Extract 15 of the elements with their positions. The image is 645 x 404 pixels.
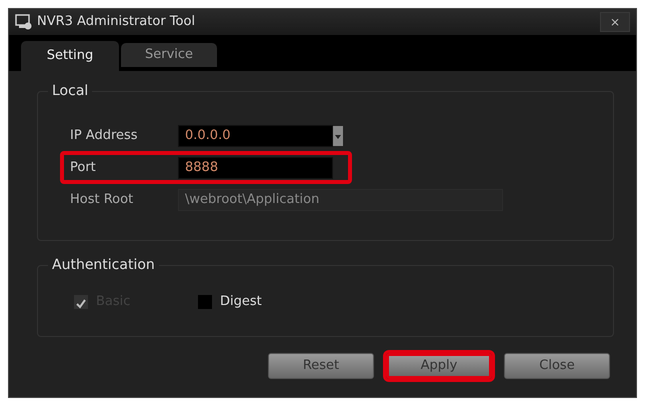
- dialog-button[interactable]: Close: [504, 353, 610, 379]
- field-label: Host Root: [70, 190, 134, 209]
- dialog-button[interactable]: Apply: [386, 353, 492, 379]
- dropdown-field[interactable]: 0.0.0.0: [178, 124, 333, 146]
- field-label: IP Address: [70, 126, 139, 145]
- tab[interactable]: Service: [121, 43, 217, 67]
- window-title: NVR3 Administrator Tool: [37, 13, 196, 32]
- checkbox[interactable]: [198, 294, 212, 309]
- input-field[interactable]: 8888: [178, 156, 333, 178]
- dialog-button[interactable]: Reset: [268, 353, 374, 379]
- tab[interactable]: Setting: [21, 41, 119, 71]
- close-button[interactable]: ×: [600, 12, 630, 32]
- app-icon: [15, 14, 33, 30]
- checkbox-label: Digest: [220, 293, 262, 311]
- field-label: Port: [70, 158, 97, 177]
